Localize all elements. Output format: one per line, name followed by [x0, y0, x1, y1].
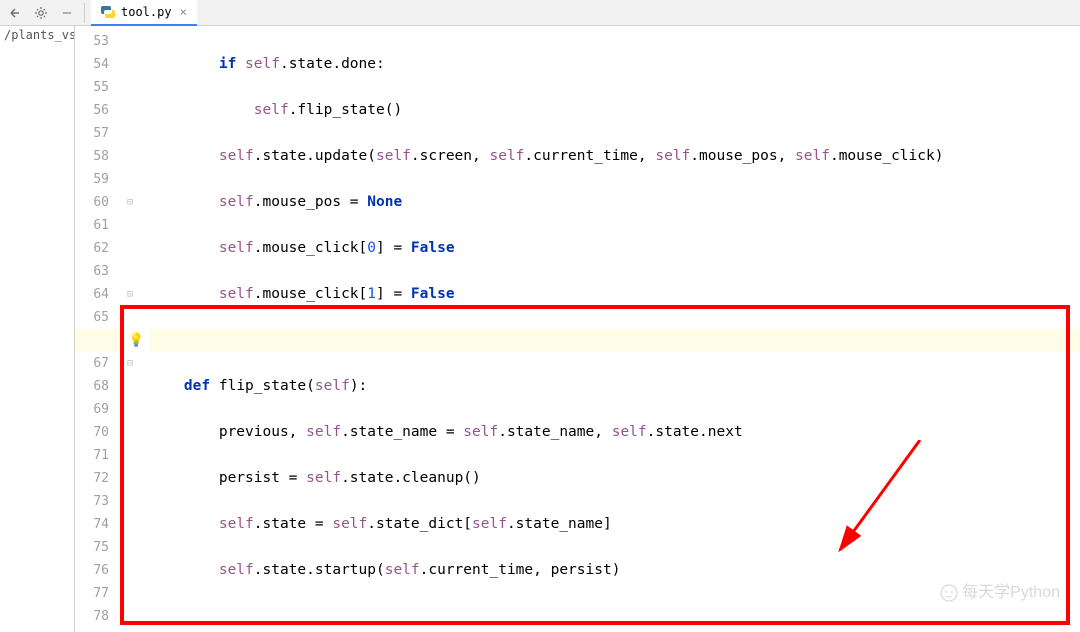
divider	[84, 3, 85, 23]
code-line: if self.state.done:	[149, 53, 1080, 76]
main-area: /plants_vs_zo 53 54 55 56 57 58 59 60 61…	[0, 26, 1080, 632]
gear-icon[interactable]	[30, 2, 52, 24]
code-line: self.state.update(self.screen, self.curr…	[149, 145, 1080, 168]
line-number: 56	[75, 99, 109, 122]
project-sidebar[interactable]: /plants_vs_zo	[0, 26, 75, 632]
line-number: 62	[75, 237, 109, 260]
tab-filename: tool.py	[121, 5, 172, 19]
line-number: 59	[75, 168, 109, 191]
line-number: 73	[75, 490, 109, 513]
line-number: 63	[75, 260, 109, 283]
code-line: self.state = self.state_dict[self.state_…	[149, 513, 1080, 536]
line-number: 74	[75, 513, 109, 536]
line-number: 57	[75, 122, 109, 145]
line-number: 69	[75, 398, 109, 421]
collapse-icon[interactable]	[4, 2, 26, 24]
code-line: persist = self.state.cleanup()	[149, 467, 1080, 490]
line-number: 67	[75, 352, 109, 375]
fold-marker-icon[interactable]: ⊟	[127, 191, 133, 214]
line-number: 55	[75, 76, 109, 99]
intention-bulb-icon[interactable]: 💡	[128, 329, 144, 352]
python-file-icon	[101, 5, 115, 19]
line-number: 60	[75, 191, 109, 214]
gutter-annotations: ⊟ ⊟ 💡 ⊟	[119, 26, 149, 632]
line-number: 61	[75, 214, 109, 237]
project-root[interactable]: /plants_vs_zo	[4, 28, 70, 42]
line-number: 64	[75, 283, 109, 306]
code-line: self.mouse_click[1] = False	[149, 283, 1080, 306]
code-text-area[interactable]: if self.state.done: self.flip_state() se…	[149, 26, 1080, 632]
close-icon[interactable]: ×	[180, 5, 187, 19]
line-number: 77	[75, 582, 109, 605]
code-line	[149, 329, 1080, 352]
code-line: self.state.startup(self.current_time, pe…	[149, 559, 1080, 582]
line-number: 65	[75, 306, 109, 329]
code-editor[interactable]: 53 54 55 56 57 58 59 60 61 62 63 64 65 6…	[75, 26, 1080, 632]
line-number: 72	[75, 467, 109, 490]
line-number: 68	[75, 375, 109, 398]
code-line: self.mouse_pos = None	[149, 191, 1080, 214]
code-line: previous, self.state_name = self.state_n…	[149, 421, 1080, 444]
code-line: self.mouse_click[0] = False	[149, 237, 1080, 260]
line-number: 70	[75, 421, 109, 444]
file-tab[interactable]: tool.py ×	[91, 0, 197, 26]
code-line: self.flip_state()	[149, 99, 1080, 122]
line-number: 75	[75, 536, 109, 559]
line-number: 58	[75, 145, 109, 168]
fold-end-icon[interactable]: ⊟	[127, 283, 133, 306]
top-bar: — tool.py ×	[0, 0, 1080, 26]
line-number: 71	[75, 444, 109, 467]
line-number: 54	[75, 53, 109, 76]
line-number: 76	[75, 559, 109, 582]
code-line	[149, 605, 1080, 628]
fold-marker-icon[interactable]: ⊟	[127, 352, 133, 375]
minus-icon[interactable]: —	[56, 2, 78, 24]
line-number: 78	[75, 605, 109, 628]
code-line: def flip_state(self):	[149, 375, 1080, 398]
line-number: 53	[75, 30, 109, 53]
